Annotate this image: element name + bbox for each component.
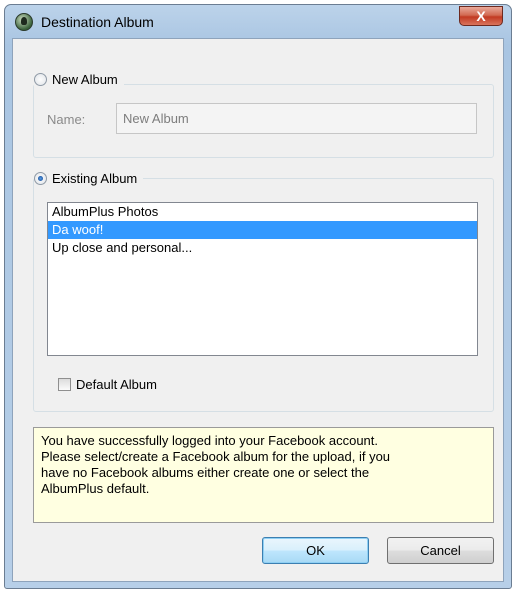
info-line: have no Facebook albums either create on… [41,465,370,480]
title-bar[interactable]: Destination Album X [5,5,511,39]
new-album-radio[interactable]: New Album [34,72,124,87]
dialog-body: New Album Name: Existing Album AlbumPlus… [12,38,504,582]
album-list-item[interactable]: AlbumPlus Photos [48,203,477,221]
existing-album-label: Existing Album [52,171,138,186]
default-album-label: Default Album [76,377,157,392]
name-label: Name: [47,112,86,127]
info-message: You have successfully logged into your F… [33,427,494,523]
dialog-window: Destination Album X New Album Name: Exis… [4,4,512,589]
window-title: Destination Album [41,14,154,30]
close-button[interactable]: X [459,6,503,26]
info-line: AlbumPlus default. [41,481,150,496]
new-album-radio-button[interactable] [34,73,47,86]
cancel-button[interactable]: Cancel [387,537,494,564]
album-list-item-selected[interactable]: Da woof! [48,221,477,239]
existing-album-radio-button[interactable] [34,172,47,185]
info-line: You have successfully logged into your F… [41,433,379,448]
default-album-checkbox-row[interactable]: Default Album [58,377,157,392]
default-album-checkbox[interactable] [58,378,71,391]
new-album-label: New Album [52,72,118,87]
album-list[interactable]: AlbumPlus Photos Da woof! Up close and p… [47,202,478,356]
album-list-item[interactable]: Up close and personal... [48,239,477,257]
ok-button[interactable]: OK [262,537,369,564]
app-icon [15,13,33,31]
info-line: Please select/create a Facebook album fo… [41,449,391,464]
existing-album-radio[interactable]: Existing Album [34,171,144,186]
album-name-input [116,103,477,134]
